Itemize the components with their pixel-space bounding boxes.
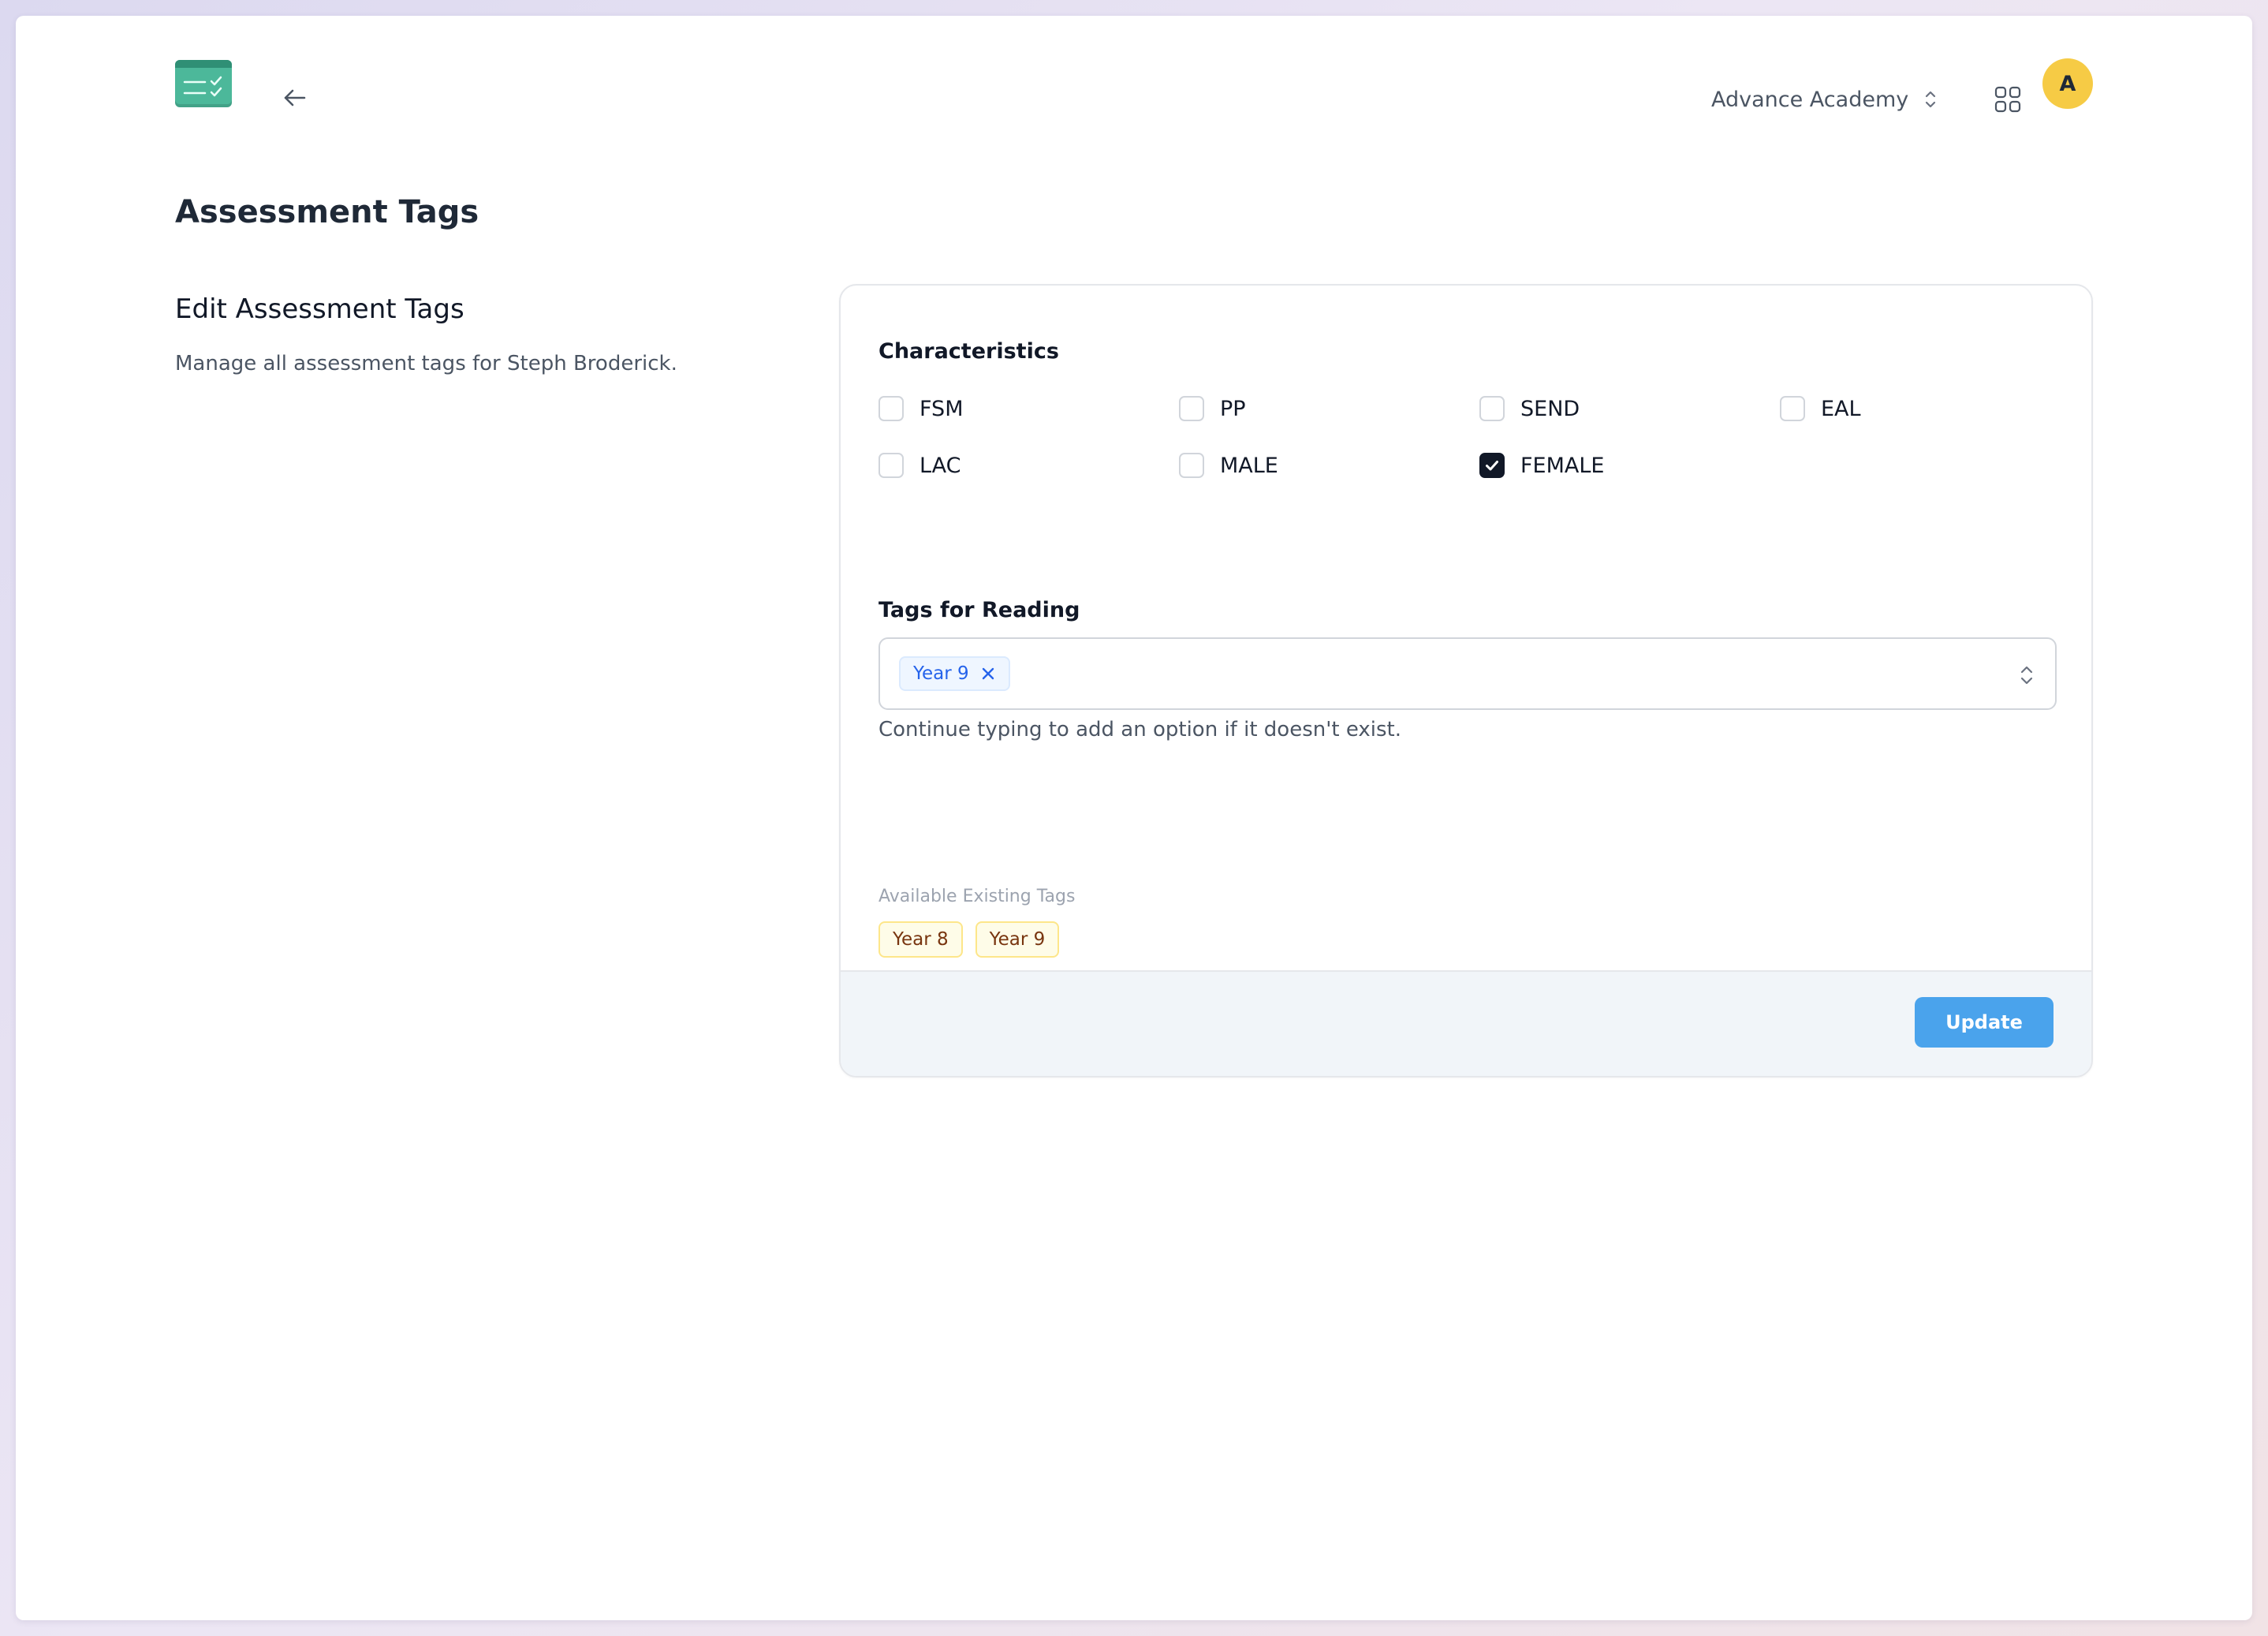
app-window: Advance Academy A Assessment Tags Edit A… — [16, 16, 2252, 1620]
checkbox-box[interactable] — [1179, 396, 1204, 421]
page-title: Assessment Tags — [175, 194, 479, 230]
tags-multiselect[interactable]: Year 9 — [878, 637, 2057, 710]
checkbox-female[interactable]: FEMALE — [1479, 453, 1604, 478]
school-selector[interactable]: Advance Academy — [1711, 77, 1938, 121]
checkbox-label: FEMALE — [1520, 453, 1605, 478]
checkbox-box[interactable] — [1179, 453, 1204, 478]
checkbox-label: EAL — [1821, 396, 1861, 421]
apps-grid-icon[interactable] — [1992, 84, 2024, 115]
checkbox-pp[interactable]: PP — [1179, 396, 1246, 421]
back-arrow-icon[interactable] — [279, 82, 311, 114]
tags-form-card: Characteristics FSM PP SEND EAL LAC MALE — [839, 284, 2093, 1078]
checkbox-label: MALE — [1220, 453, 1278, 478]
top-bar: Advance Academy A — [16, 16, 2252, 150]
checkmark-icon — [1486, 461, 1498, 471]
existing-tags-list: Year 8 Year 9 — [878, 921, 1060, 958]
update-button[interactable]: Update — [1915, 997, 2054, 1048]
checkbox-fsm[interactable]: FSM — [878, 396, 964, 421]
tags-for-reading-label: Tags for Reading — [878, 598, 1080, 622]
characteristics-label: Characteristics — [878, 339, 1059, 364]
checkbox-box[interactable] — [1479, 396, 1505, 421]
existing-tags-label: Available Existing Tags — [878, 887, 1076, 906]
helper-text: Continue typing to add an option if it d… — [878, 718, 1401, 741]
checkbox-label: PP — [1220, 396, 1246, 421]
checkbox-box[interactable] — [1780, 396, 1805, 421]
card-footer: Update — [841, 970, 2091, 1076]
app-logo[interactable] — [175, 60, 232, 107]
existing-tag[interactable]: Year 8 — [878, 921, 963, 958]
checkbox-box[interactable] — [878, 396, 904, 421]
checkbox-box-checked[interactable] — [1479, 453, 1505, 478]
checkbox-send[interactable]: SEND — [1479, 396, 1580, 421]
school-name: Advance Academy — [1711, 87, 1909, 112]
checkbox-male[interactable]: MALE — [1179, 453, 1278, 478]
checkbox-label: LAC — [920, 453, 961, 478]
chevron-up-down-icon — [1926, 91, 1936, 108]
checkbox-eal[interactable]: EAL — [1780, 396, 1861, 421]
checkbox-label: SEND — [1520, 396, 1580, 421]
section-title: Edit Assessment Tags — [175, 293, 464, 325]
checklist-icon — [183, 76, 222, 97]
checkbox-box[interactable] — [878, 453, 904, 478]
existing-tag[interactable]: Year 9 — [975, 921, 1060, 958]
checkbox-lac[interactable]: LAC — [878, 453, 961, 478]
remove-tag-icon[interactable] — [980, 666, 996, 682]
chevron-up-down-icon[interactable] — [2016, 663, 2038, 688]
section-description: Manage all assessment tags for Steph Bro… — [175, 352, 677, 375]
checkbox-label: FSM — [920, 396, 964, 421]
selected-tag-chip: Year 9 — [899, 656, 1010, 691]
selected-tag-label: Year 9 — [913, 663, 969, 684]
user-avatar[interactable]: A — [2042, 58, 2093, 109]
